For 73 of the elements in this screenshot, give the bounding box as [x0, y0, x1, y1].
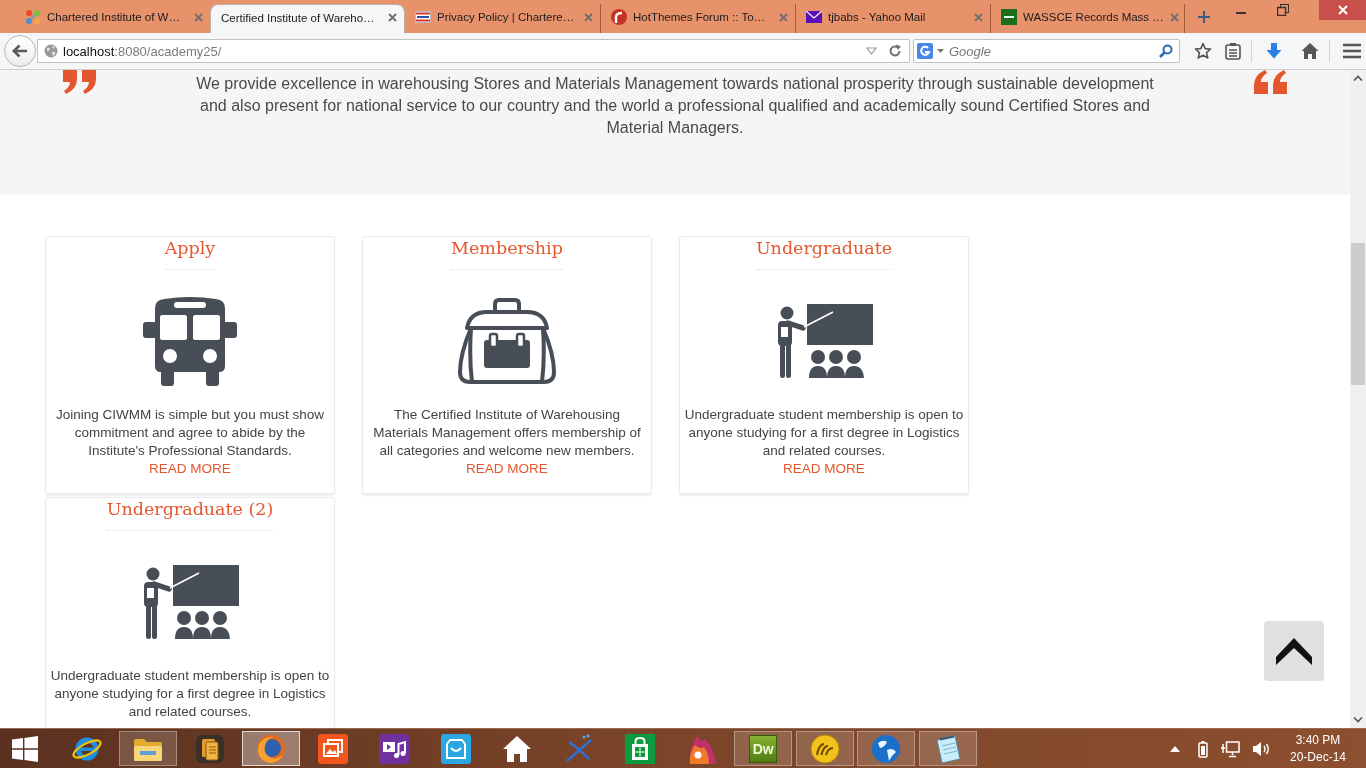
restore-icon[interactable]: [1277, 4, 1289, 16]
flag-icon: [415, 11, 431, 23]
network-icon[interactable]: [1220, 739, 1240, 758]
browser-tab[interactable]: Privacy Policy | Chartere…: [405, 4, 600, 33]
back-to-top-button[interactable]: [1264, 621, 1324, 681]
menu-icon[interactable]: [1343, 43, 1361, 59]
taskbar-button[interactable]: [918, 731, 977, 766]
house-icon: [502, 734, 533, 763]
close-icon: [1337, 5, 1348, 15]
swirl-icon: [809, 733, 840, 764]
bag-icon: [457, 298, 557, 384]
start-icon: [12, 735, 38, 762]
close-window-button[interactable]: [1319, 0, 1366, 20]
caret-down-icon[interactable]: [937, 49, 944, 53]
circle-logo-icon: [611, 9, 627, 25]
teacher-icon: [141, 565, 239, 639]
home-icon[interactable]: [1301, 42, 1319, 60]
card-title: Undergraduate (2): [106, 498, 274, 531]
card-title: Undergraduate: [755, 237, 893, 270]
search-engine-icon[interactable]: [917, 43, 933, 59]
clock-time: 3:40 PM: [1295, 731, 1341, 749]
battery-icon[interactable]: [1198, 739, 1208, 758]
reading-list-icon[interactable]: [1225, 42, 1241, 60]
browser-tab[interactable]: Chartered Institute of W…: [15, 4, 210, 33]
store-bag-icon: [625, 733, 656, 764]
reload-icon[interactable]: [888, 44, 902, 58]
card-title: Apply: [164, 237, 216, 270]
scroll-down-icon[interactable]: [1353, 717, 1363, 723]
taskbar-button[interactable]: [857, 731, 916, 766]
search-field[interactable]: Google: [913, 39, 1180, 63]
card-description: Joining CIWMM is simple but you must show commitment and agree to abide by the Institute's Professional Standards.: [55, 406, 325, 460]
mission-statement: We provide excellence in warehousing Stores and Materials Management towards national prosperity through sustainable development and also present for national service to our country and the world a professional qualified and academically sound Certified Stores and Material Managers.: [195, 74, 1155, 138]
browser-tab[interactable]: Certified Institute of Wareho…: [210, 4, 405, 33]
pictures-icon: [317, 733, 348, 764]
quote-icon: [62, 70, 97, 94]
square-logo-icon: [1001, 9, 1017, 25]
close-icon[interactable]: [388, 13, 397, 22]
globe-icon: [44, 44, 58, 58]
quote-icon: [1253, 70, 1288, 94]
search-icon[interactable]: [1159, 44, 1173, 58]
bus-icon: [143, 296, 237, 386]
read-more-link[interactable]: READ MORE: [783, 460, 865, 478]
bookmark-star-icon[interactable]: [1194, 42, 1212, 60]
app-logo: Dw: [749, 734, 778, 763]
clock-date: 20-Dec-14: [1290, 748, 1346, 766]
card-description: Undergraduate student membership is open to anyone studying for a first degree in Logistics and related courses.: [683, 406, 965, 460]
scroll-up-icon[interactable]: [1353, 75, 1363, 81]
card-description: The Certified Institute of Warehousing Materials Management offers membership of all categories and welcome new members.: [372, 406, 642, 460]
teacher-icon: [775, 304, 873, 378]
taskbar-button[interactable]: [795, 731, 854, 766]
envelope-icon: [806, 11, 822, 23]
read-more-link[interactable]: READ MORE: [149, 460, 231, 478]
chevron-up-icon: [1276, 637, 1312, 665]
dropdown-icon[interactable]: [866, 47, 877, 55]
globe-ring-icon: [256, 733, 287, 764]
download-icon[interactable]: [1265, 42, 1283, 60]
back-button[interactable]: [4, 35, 36, 67]
documents-icon: [194, 733, 225, 764]
plus-icon[interactable]: [1198, 11, 1210, 23]
globe-icon: [871, 733, 902, 764]
four-dots-icon: [25, 9, 41, 25]
address-field[interactable]: localhost:8080/academy25/: [37, 39, 910, 63]
taskbar-button[interactable]: [242, 731, 301, 766]
shopping-bag-icon: [440, 733, 471, 764]
arrow-left-icon: [12, 44, 28, 58]
card-description: Undergraduate student membership is open to anyone studying for a first degree in Logistics and related courses.: [49, 667, 331, 721]
film-music-icon: [379, 733, 410, 764]
volume-icon[interactable]: [1252, 740, 1270, 757]
read-more-link[interactable]: READ MORE: [466, 460, 548, 478]
caret-up-icon[interactable]: [1170, 745, 1180, 752]
card-title: Membership: [451, 237, 563, 270]
scrollbar-thumb[interactable]: [1351, 243, 1365, 385]
taskbar-button[interactable]: [119, 731, 178, 766]
